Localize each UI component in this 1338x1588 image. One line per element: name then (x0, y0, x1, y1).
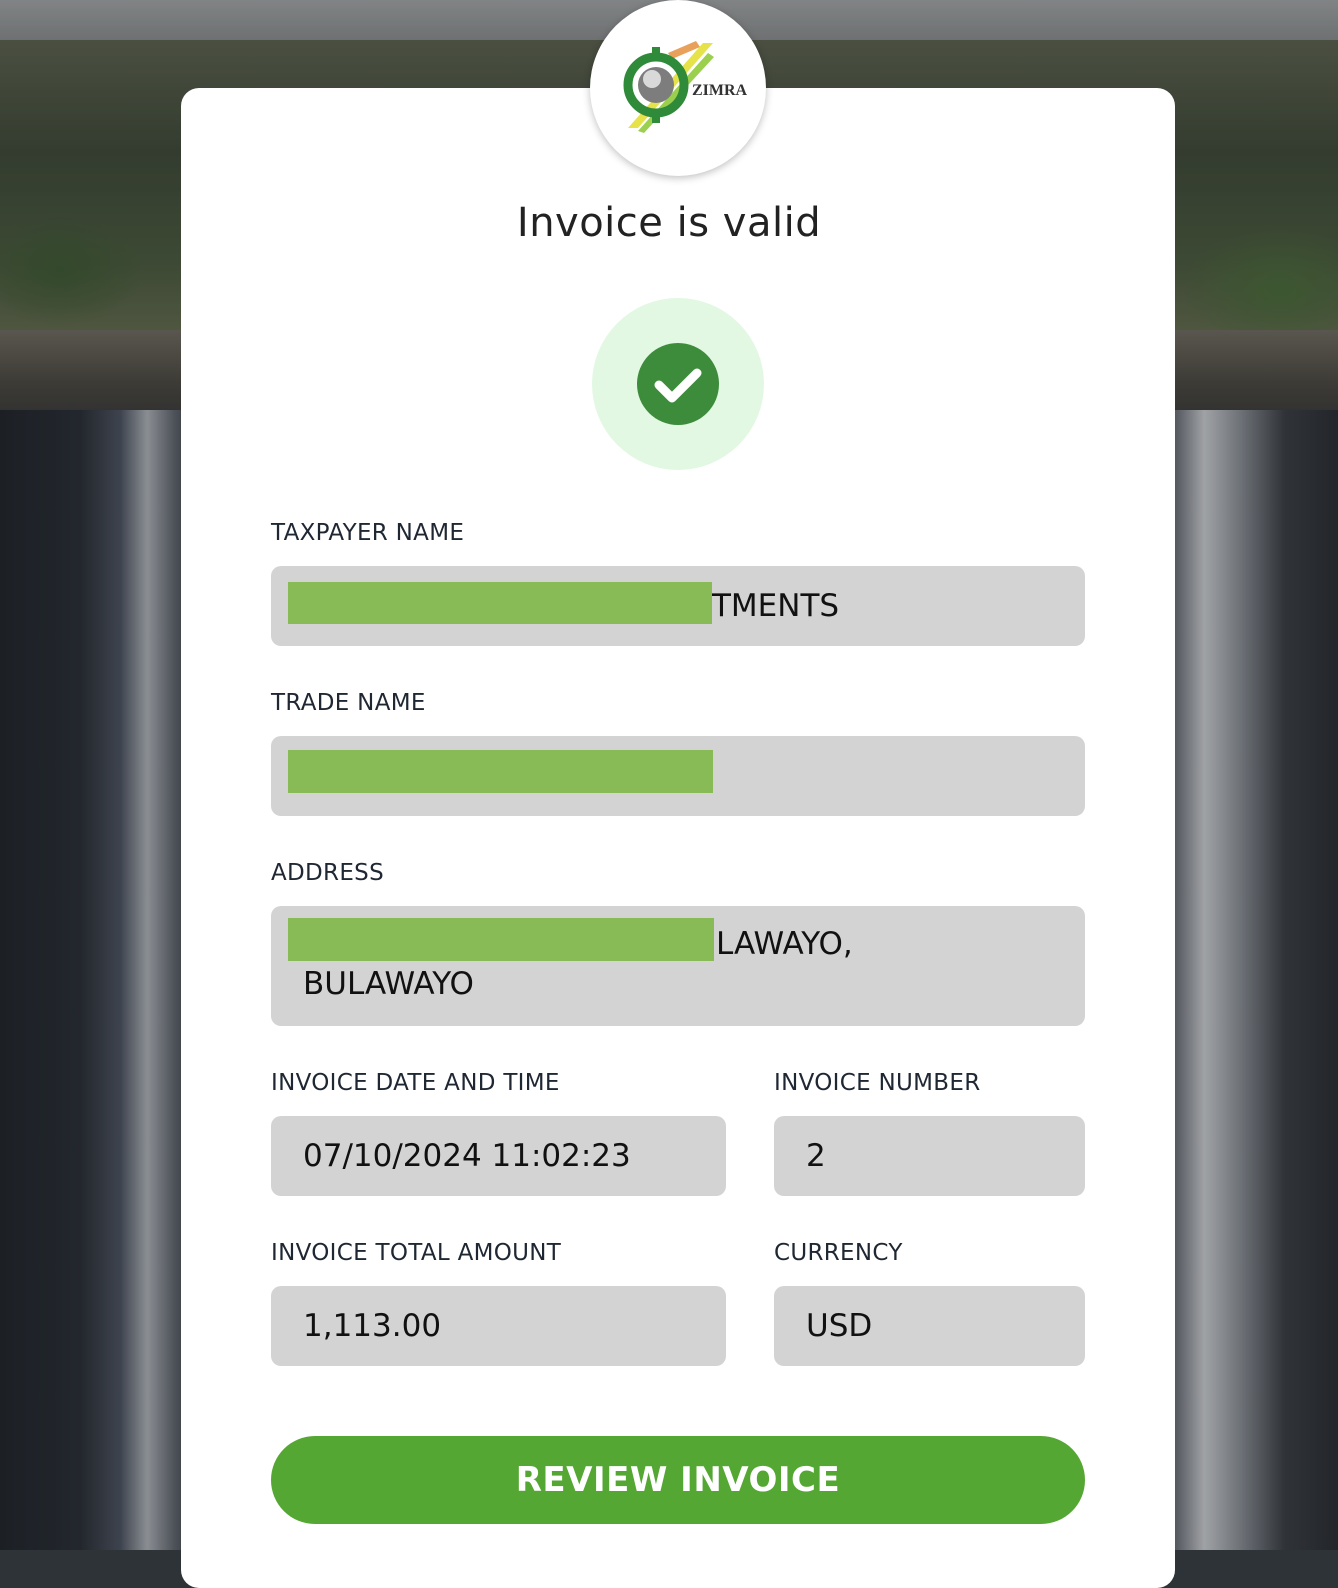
status-badge (592, 298, 764, 470)
invoice-number-field: 2 (774, 1116, 1085, 1196)
review-invoice-button[interactable]: REVIEW INVOICE (271, 1436, 1085, 1524)
currency-value: USD (806, 1308, 873, 1344)
invoice-date-value: 07/10/2024 11:02:23 (303, 1138, 631, 1174)
check-circle-icon (637, 343, 719, 425)
page-title: Invoice is valid (516, 200, 822, 246)
invoice-total-value: 1,113.00 (303, 1308, 442, 1344)
invoice-total-field: 1,113.00 (271, 1286, 726, 1366)
invoice-total-label: INVOICE TOTAL AMOUNT (271, 1240, 562, 1266)
currency-field: USD (774, 1286, 1085, 1366)
taxpayer-name-value: TMENTS (712, 588, 840, 624)
invoice-date-field: 07/10/2024 11:02:23 (271, 1116, 726, 1196)
currency-label: CURRENCY (774, 1240, 903, 1266)
zimra-logo: ZIMRA (590, 0, 766, 176)
redaction-block (288, 582, 712, 624)
address-line-2: BULAWAYO (303, 966, 474, 1002)
redaction-block (288, 918, 714, 961)
invoice-date-label: INVOICE DATE AND TIME (271, 1070, 560, 1096)
invoice-number-value: 2 (806, 1138, 826, 1174)
taxpayer-name-label: TAXPAYER NAME (271, 520, 465, 546)
zimra-logo-icon: ZIMRA (623, 41, 748, 133)
invoice-number-label: INVOICE NUMBER (774, 1070, 981, 1096)
address-label: ADDRESS (271, 860, 384, 886)
trade-name-label: TRADE NAME (271, 690, 426, 716)
logo-text: ZIMRA (692, 82, 748, 99)
redaction-block (288, 750, 713, 793)
